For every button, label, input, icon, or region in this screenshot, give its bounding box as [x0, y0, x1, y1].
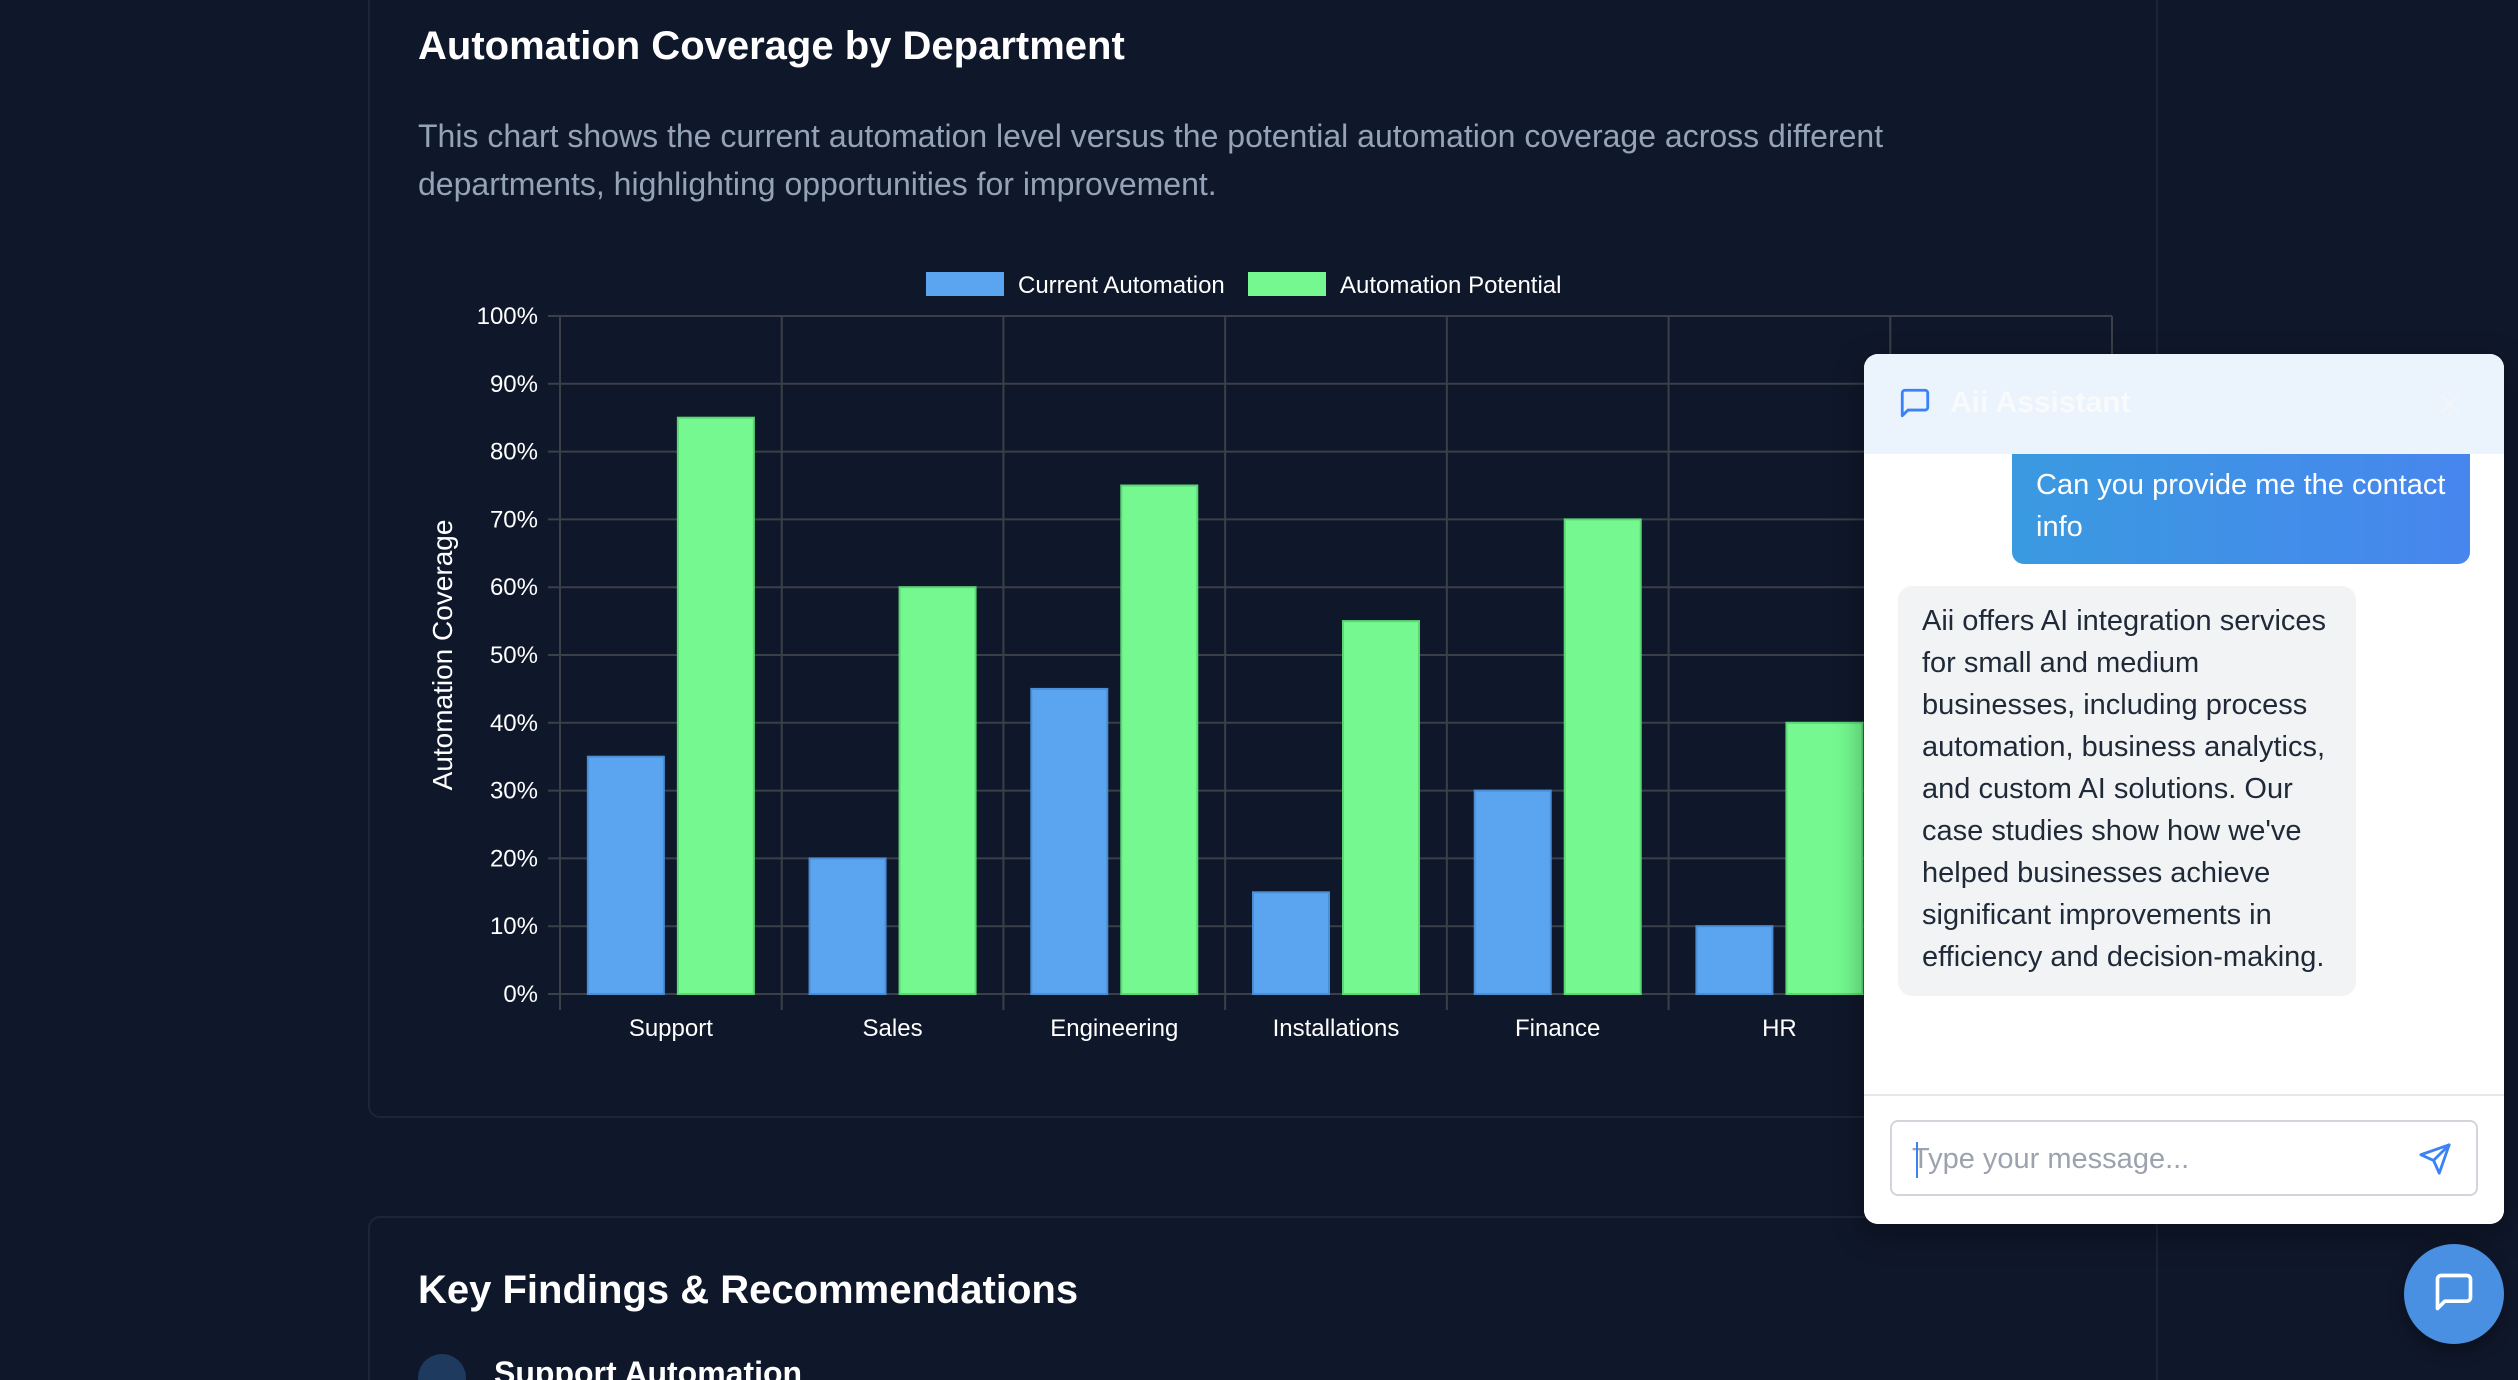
y-tick-label: 40%	[490, 710, 538, 737]
y-tick-label: 50%	[490, 642, 538, 669]
x-tick-label: Engineering	[1050, 1015, 1178, 1042]
y-axis-label: Automation Coverage	[427, 520, 458, 791]
bar-potential	[1120, 484, 1199, 995]
x-tick-label: Finance	[1515, 1015, 1600, 1042]
y-tick-label: 60%	[490, 574, 538, 601]
y-tick-label: 10%	[490, 913, 538, 940]
chat-title: Aii Assistant	[1950, 386, 2131, 419]
bar-current	[1695, 925, 1774, 996]
y-tick-label: 90%	[490, 371, 538, 398]
bar-potential	[1785, 721, 1864, 995]
finding-item: Support Automation	[418, 1354, 802, 1380]
bar-current	[1252, 891, 1330, 995]
y-tick-label: 70%	[490, 506, 538, 533]
y-tick-label: 20%	[490, 845, 538, 872]
text-caret	[1916, 1142, 1918, 1178]
send-icon[interactable]	[2418, 1142, 2452, 1181]
x-tick-label: Installations	[1273, 1015, 1400, 1042]
y-tick-label: 0%	[503, 981, 538, 1008]
findings-section-title: Key Findings & Recommendations	[418, 1268, 1079, 1312]
chat-message-input[interactable]	[1912, 1134, 2392, 1184]
y-tick-label: 100%	[477, 303, 538, 330]
bar-potential	[676, 416, 755, 995]
chart-section-title: Automation Coverage by Department	[418, 24, 1125, 68]
chart-section-description: This chart shows the current automation …	[418, 118, 1884, 202]
bar-potential	[1563, 518, 1642, 995]
assistant-message: Aii offers AI integration services for s…	[1898, 586, 2356, 996]
finding-number-badge	[418, 1354, 466, 1380]
legend-swatch	[1248, 272, 1326, 296]
user-message: Can you provide me the contact info	[2012, 454, 2470, 564]
x-tick-label: HR	[1762, 1015, 1797, 1042]
bar-current	[1473, 789, 1552, 995]
findings-card: Key Findings & Recommendations Support A…	[368, 1216, 2158, 1380]
y-tick-label: 80%	[490, 439, 538, 466]
bar-current	[808, 857, 887, 996]
bar-current	[586, 755, 665, 996]
chat-messages[interactable]: Can you provide me the contact info Aii …	[1864, 454, 2504, 1094]
chat-bubble-icon	[2432, 1270, 2476, 1319]
close-icon[interactable]	[2436, 390, 2464, 423]
finding-title: Support Automation	[494, 1354, 803, 1380]
bar-potential	[898, 586, 977, 995]
chat-toggle-button[interactable]	[2404, 1244, 2504, 1344]
chat-header: Aii Assistant	[1864, 354, 2504, 454]
bar-potential	[1342, 620, 1420, 995]
y-tick-label: 30%	[490, 778, 538, 805]
legend-swatch	[926, 272, 1004, 296]
legend-label: Automation Potential	[1340, 272, 1561, 299]
chat-panel: Aii Assistant Can you provide me the con…	[1864, 354, 2504, 1224]
chat-bubble-icon	[1898, 386, 1932, 425]
legend-label: Current Automation	[1018, 272, 1225, 299]
x-tick-label: Support	[629, 1015, 713, 1042]
x-tick-label: Sales	[863, 1015, 923, 1042]
chat-input-area	[1864, 1094, 2504, 1224]
chat-input-box	[1890, 1120, 2478, 1196]
bar-current	[1030, 687, 1109, 995]
